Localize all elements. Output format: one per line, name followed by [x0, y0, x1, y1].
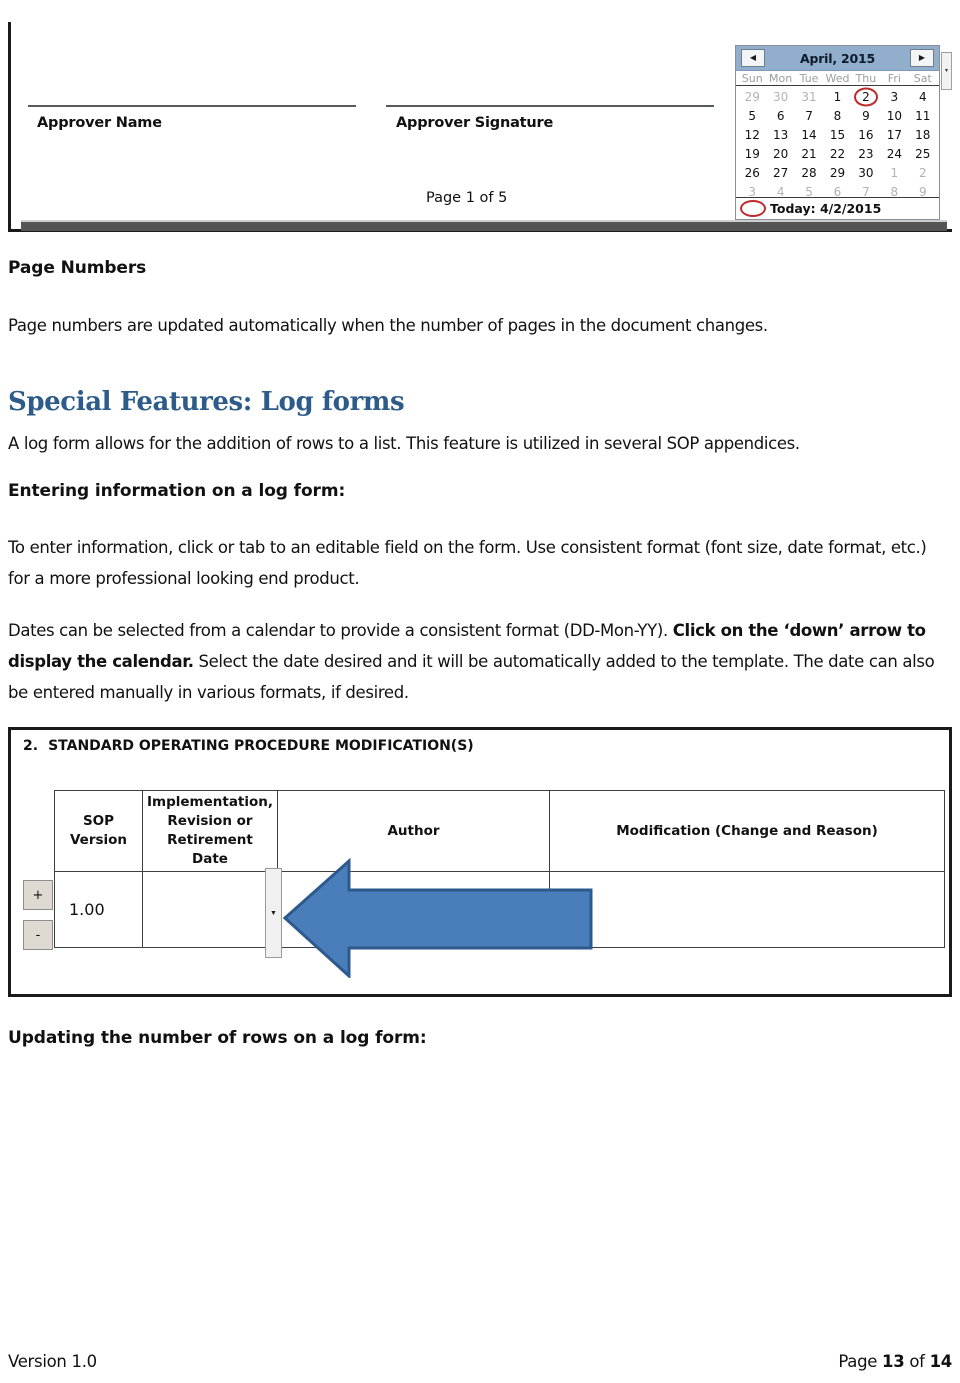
figure-table-caption: 2. STANDARD OPERATING PROCEDURE MODIFICAT… [23, 738, 474, 754]
date-picker-calendar[interactable]: ◀ April, 2015 ▶ Sun Mon Tue Wed Thu Fri Sat 29… [735, 45, 940, 220]
calendar-day-grid[interactable]: 29 30 31 1 2 3 4 5 6 7 8 9 10 11 12 13 14 15 16 17 18 19 20 21 2… [736, 86, 939, 202]
approver-name-rule [28, 105, 356, 107]
calendar-day-selected[interactable]: 2 [852, 87, 880, 106]
cell-author[interactable] [277, 871, 550, 948]
footer-page-total: 14 [929, 1352, 953, 1371]
page-footer: Version 1.0 Page 13 of 14 [8, 1352, 952, 1371]
calendar-day[interactable]: 7 [795, 106, 823, 125]
calendar-day[interactable]: 20 [766, 144, 794, 163]
calendar-day[interactable]: 16 [852, 125, 880, 144]
table-head: SOP Version Implementation, Revision or … [54, 790, 945, 872]
row-control-buttons: + - [23, 880, 53, 960]
heading-updating-rows: Updating the number of rows on a log for… [8, 1028, 427, 1048]
calendar-day[interactable]: 10 [880, 106, 908, 125]
calendar-today-label: Today: 4/2/2015 [770, 201, 882, 216]
cell-sop-version[interactable]: 1.00 [54, 871, 143, 948]
calendar-day[interactable]: 29 [738, 87, 766, 106]
next-month-icon[interactable]: ▶ [910, 49, 934, 67]
column-header-sop-version: SOP Version [54, 790, 143, 872]
heading-entering-information: Entering information on a log form: [8, 481, 346, 501]
footer-page-middle: of [904, 1352, 930, 1371]
sop-modification-table: SOP Version Implementation, Revision or … [54, 790, 945, 948]
calendar-weekday-wed: Wed [825, 72, 850, 85]
column-header-author: Author [277, 790, 550, 872]
calendar-day[interactable]: 6 [766, 106, 794, 125]
date-dropdown-button[interactable]: ▼ [265, 868, 282, 958]
calendar-day[interactable]: 14 [795, 125, 823, 144]
approver-name-label: Approver Name [37, 115, 162, 131]
table-row: 1.00 [54, 871, 945, 948]
caption-text: STANDARD OPERATING PROCEDURE MODIFICATIO… [48, 738, 474, 754]
calendar-day[interactable]: 4 [909, 87, 937, 106]
document-page: Approver Name Approver Signature Page 1 … [0, 0, 960, 1383]
calendar-day[interactable]: 29 [823, 163, 851, 182]
heading-special-features: Special Features: Log forms [8, 387, 405, 417]
figure-page-of-label: Page 1 of 5 [426, 190, 508, 206]
cell-modification[interactable] [549, 871, 945, 948]
calendar-day[interactable]: 8 [823, 106, 851, 125]
calendar-day[interactable]: 3 [880, 87, 908, 106]
calendar-day[interactable]: 2 [909, 163, 937, 182]
calendar-day[interactable]: 5 [738, 106, 766, 125]
calendar-weekday-fri: Fri [887, 72, 901, 85]
prev-month-icon[interactable]: ◀ [741, 49, 765, 67]
calendar-weekday-sun: Sun [741, 72, 763, 85]
footer-page-current: 13 [882, 1352, 905, 1371]
paragraph-dates-calendar: Dates can be selected from a calendar to… [8, 615, 952, 708]
footer-version: Version 1.0 [8, 1352, 97, 1371]
page-boundary-strip [21, 220, 947, 231]
calendar-day[interactable]: 18 [909, 125, 937, 144]
approver-signature-rule [386, 105, 714, 107]
calendar-day[interactable]: 9 [852, 106, 880, 125]
cell-date[interactable] [142, 871, 278, 948]
calendar-day[interactable]: 27 [766, 163, 794, 182]
calendar-day[interactable]: 22 [823, 144, 851, 163]
calendar-day[interactable]: 31 [795, 87, 823, 106]
column-header-modification: Modification (Change and Reason) [549, 790, 945, 872]
calendar-day[interactable]: 21 [795, 144, 823, 163]
calendar-dropdown-icon[interactable]: ▾ [941, 52, 952, 90]
calendar-header: ◀ April, 2015 ▶ [736, 46, 939, 71]
calendar-day[interactable]: 11 [909, 106, 937, 125]
caption-number: 2. [23, 738, 39, 754]
table-body: 1.00 [54, 871, 945, 948]
add-row-button[interactable]: + [23, 880, 53, 910]
calendar-title[interactable]: April, 2015 [765, 51, 910, 66]
calendar-weekday-mon: Mon [769, 72, 793, 85]
calendar-day[interactable]: 30 [852, 163, 880, 182]
calendar-day[interactable]: 13 [766, 125, 794, 144]
calendar-day[interactable]: 23 [852, 144, 880, 163]
calendar-day[interactable]: 17 [880, 125, 908, 144]
calendar-day[interactable]: 15 [823, 125, 851, 144]
paragraph-special-features: A log form allows for the addition of ro… [8, 434, 800, 453]
dates-text-part1: Dates can be selected from a calendar to… [8, 621, 673, 640]
calendar-day[interactable]: 19 [738, 144, 766, 163]
figure-sop-modification-table: 2. STANDARD OPERATING PROCEDURE MODIFICAT… [8, 727, 952, 997]
calendar-day[interactable]: 1 [823, 87, 851, 106]
footer-page-prefix: Page [838, 1352, 883, 1371]
calendar-day[interactable]: 28 [795, 163, 823, 182]
paragraph-page-numbers: Page numbers are updated automatically w… [8, 316, 768, 335]
calendar-day[interactable]: 12 [738, 125, 766, 144]
calendar-weekday-tue: Tue [799, 72, 819, 85]
calendar-weekday-sat: Sat [913, 72, 932, 85]
remove-row-button[interactable]: - [23, 920, 53, 950]
calendar-day[interactable]: 26 [738, 163, 766, 182]
today-ring-icon [740, 200, 766, 217]
heading-page-numbers: Page Numbers [8, 258, 147, 278]
table-header-row: SOP Version Implementation, Revision or … [54, 790, 945, 872]
paragraph-entering-information: To enter information, click or tab to an… [8, 538, 927, 588]
footer-page-number: Page 13 of 14 [838, 1352, 952, 1371]
calendar-day[interactable]: 30 [766, 87, 794, 106]
calendar-day[interactable]: 1 [880, 163, 908, 182]
calendar-weekday-row: Sun Mon Tue Wed Thu Fri Sat [736, 71, 939, 86]
calendar-weekday-thu: Thu [855, 72, 877, 85]
calendar-today-footer[interactable]: Today: 4/2/2015 [736, 197, 939, 219]
calendar-day[interactable]: 25 [909, 144, 937, 163]
column-header-date: Implementation, Revision or Retirement D… [142, 790, 278, 872]
calendar-day[interactable]: 24 [880, 144, 908, 163]
approver-signature-label: Approver Signature [396, 115, 554, 131]
